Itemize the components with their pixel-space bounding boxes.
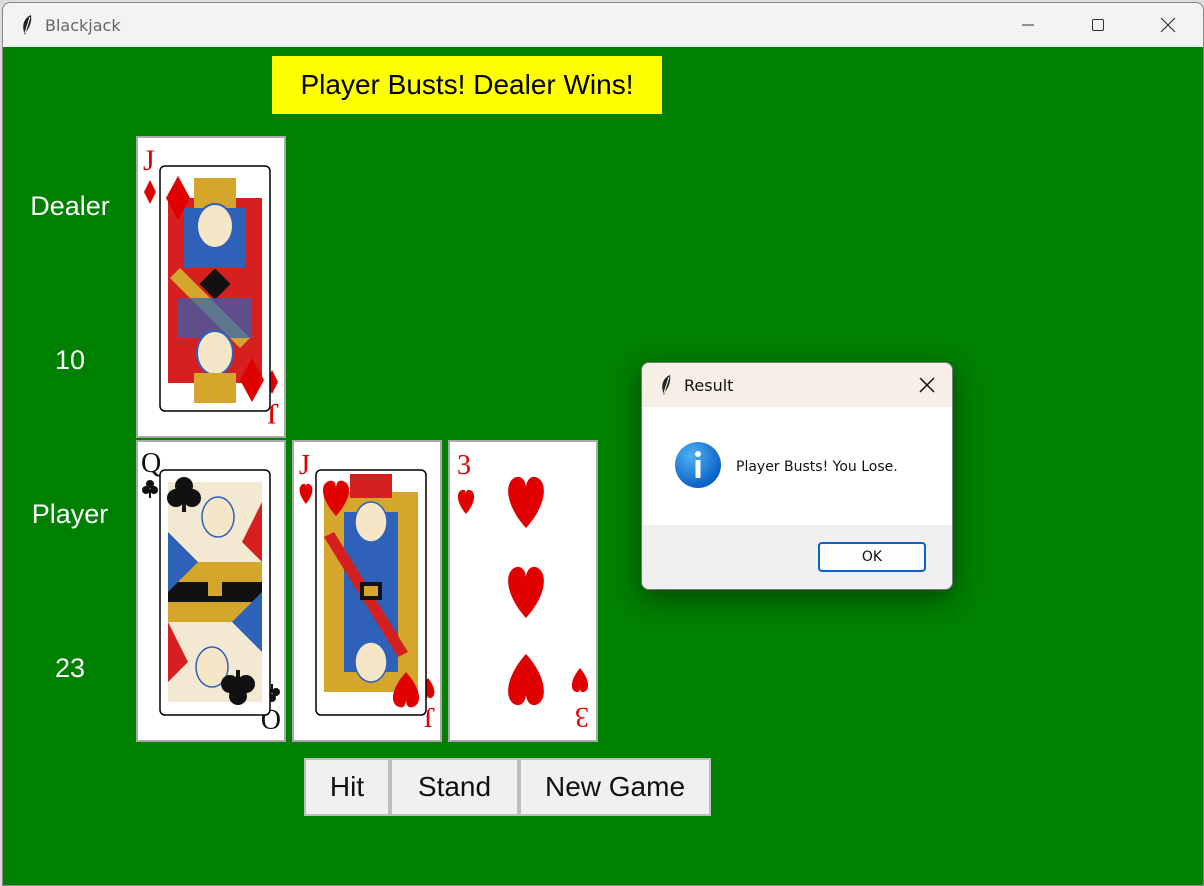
svg-text:3: 3 <box>575 701 589 732</box>
info-icon <box>674 441 722 494</box>
ok-button[interactable]: OK <box>818 542 926 572</box>
blackjack-window: Blackjack Player Busts! Dealer Wins! Dea… <box>2 2 1204 886</box>
dealer-label: Dealer <box>30 191 110 221</box>
hit-button[interactable]: Hit <box>304 758 390 816</box>
feather-icon <box>658 374 674 401</box>
dealer-score: 10 <box>54 345 86 375</box>
maximize-icon[interactable] <box>1063 3 1133 47</box>
dialog-footer: OK <box>642 525 952 589</box>
player-card: J J <box>292 440 442 742</box>
svg-text:3: 3 <box>457 450 471 481</box>
card-rank: J <box>143 144 155 177</box>
game-table: Player Busts! Dealer Wins! Dealer 10 Pla… <box>3 47 1203 885</box>
svg-text:J: J <box>299 450 310 481</box>
dealer-card: J J <box>136 136 286 438</box>
player-label: Player <box>31 499 109 529</box>
window-title: Blackjack <box>45 16 121 35</box>
player-card: Q Q <box>136 440 286 742</box>
new-game-button[interactable]: New Game <box>519 758 711 816</box>
player-score: 23 <box>54 653 86 683</box>
dialog-body: Player Busts! You Lose. <box>642 407 952 525</box>
player-card: 3 3 <box>448 440 598 742</box>
dialog-close-icon[interactable] <box>912 371 942 399</box>
minimize-icon[interactable] <box>993 3 1063 47</box>
stand-button[interactable]: Stand <box>390 758 519 816</box>
dialog-message: Player Busts! You Lose. <box>736 459 898 475</box>
title-bar[interactable]: Blackjack <box>3 3 1203 47</box>
status-message: Player Busts! Dealer Wins! <box>272 56 662 114</box>
result-dialog: Result Player Busts! You Lose. OK <box>641 362 953 590</box>
dialog-title: Result <box>684 376 734 395</box>
svg-text:Q: Q <box>141 448 161 479</box>
feather-icon <box>19 14 35 41</box>
close-icon[interactable] <box>1133 3 1203 47</box>
dialog-title-bar[interactable]: Result <box>642 363 952 407</box>
